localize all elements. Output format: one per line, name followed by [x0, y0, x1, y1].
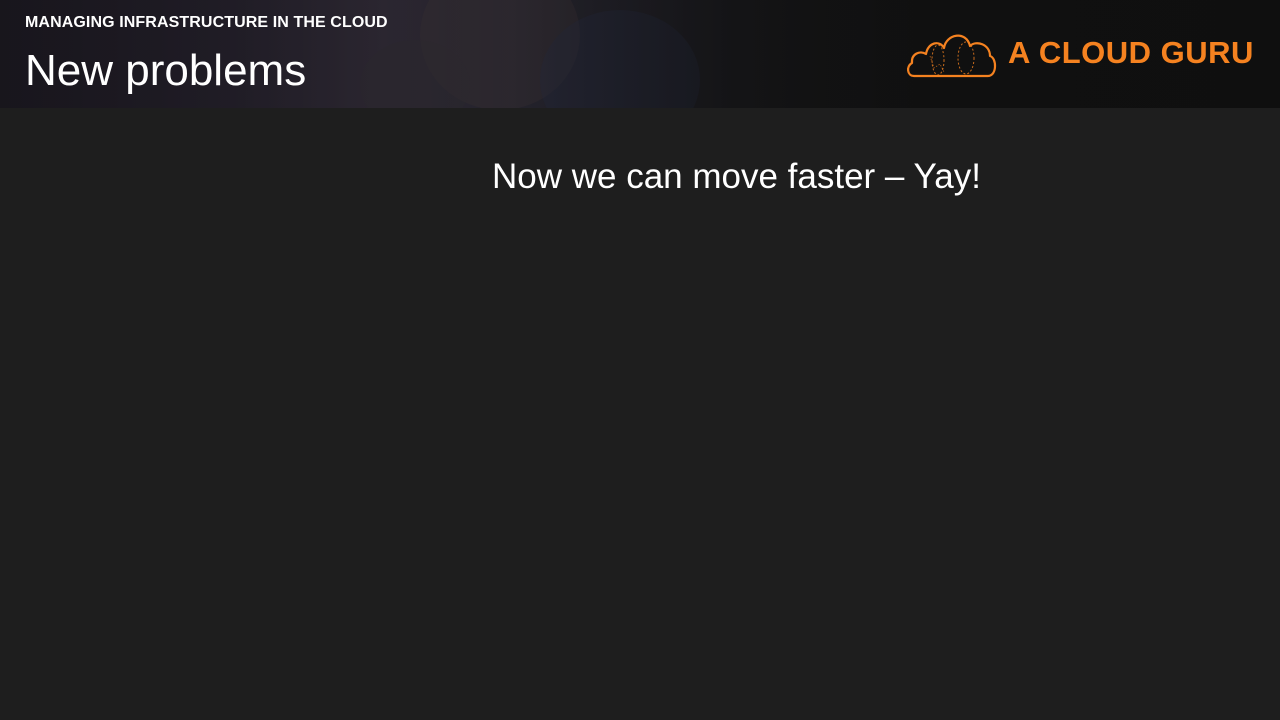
slide: MANAGING INFRASTRUCTURE IN THE CLOUD New… [0, 0, 1280, 720]
slide-header: MANAGING INFRASTRUCTURE IN THE CLOUD New… [0, 0, 1280, 108]
course-title: MANAGING INFRASTRUCTURE IN THE CLOUD [25, 14, 388, 31]
cloud-icon [907, 34, 997, 78]
brand-logo: A CLOUD GURU [904, 26, 1253, 82]
slide-body-text: Now we can move faster – Yay! [492, 157, 981, 196]
brand-name: A CLOUD GURU [1008, 35, 1254, 70]
section-title: New problems [25, 46, 307, 95]
